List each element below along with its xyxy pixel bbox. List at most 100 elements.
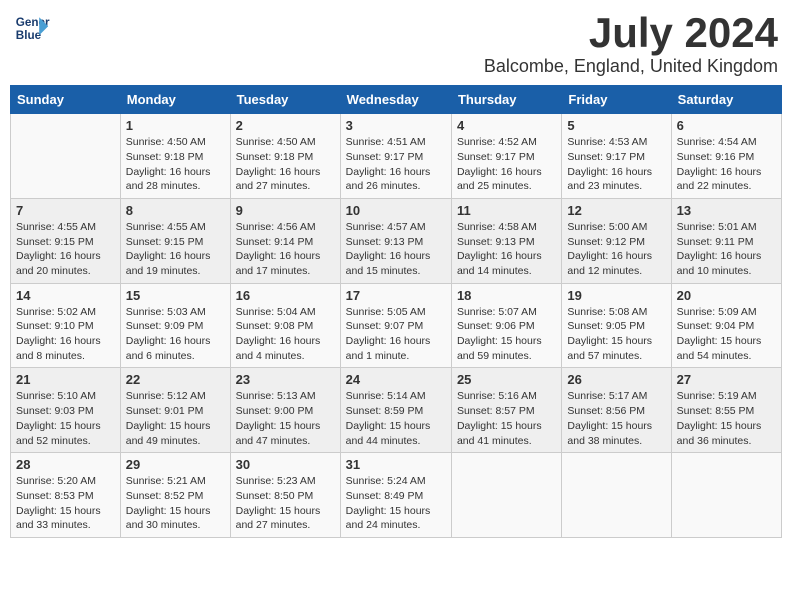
day-number: 3 (346, 118, 446, 133)
day-number: 8 (126, 203, 225, 218)
day-cell-8: 8 Sunrise: 4:55 AM Sunset: 9:15 PM Daylig… (120, 198, 230, 283)
day-info: Sunrise: 4:50 AM Sunset: 9:18 PM Dayligh… (126, 135, 225, 194)
day-cell-31: 31 Sunrise: 5:24 AM Sunset: 8:49 PM Dayli… (340, 453, 451, 538)
day-cell-19: 19 Sunrise: 5:08 AM Sunset: 9:05 PM Dayli… (562, 283, 671, 368)
day-info: Sunrise: 5:09 AM Sunset: 9:04 PM Dayligh… (677, 305, 776, 364)
day-number: 7 (16, 203, 115, 218)
day-number: 10 (346, 203, 446, 218)
day-info: Sunrise: 4:52 AM Sunset: 9:17 PM Dayligh… (457, 135, 556, 194)
weekday-header-wednesday: Wednesday (340, 86, 451, 114)
day-info: Sunrise: 5:10 AM Sunset: 9:03 PM Dayligh… (16, 389, 115, 448)
day-cell-4: 4 Sunrise: 4:52 AM Sunset: 9:17 PM Daylig… (451, 114, 561, 199)
day-info: Sunrise: 5:03 AM Sunset: 9:09 PM Dayligh… (126, 305, 225, 364)
day-number: 26 (567, 372, 665, 387)
day-cell-9: 9 Sunrise: 4:56 AM Sunset: 9:14 PM Daylig… (230, 198, 340, 283)
day-number: 5 (567, 118, 665, 133)
day-number: 27 (677, 372, 776, 387)
day-number: 12 (567, 203, 665, 218)
day-cell-27: 27 Sunrise: 5:19 AM Sunset: 8:55 PM Dayli… (671, 368, 781, 453)
weekday-header-row: SundayMondayTuesdayWednesdayThursdayFrid… (11, 86, 782, 114)
day-cell-1: 1 Sunrise: 4:50 AM Sunset: 9:18 PM Daylig… (120, 114, 230, 199)
day-number: 20 (677, 288, 776, 303)
weekday-header-friday: Friday (562, 86, 671, 114)
calendar-table: SundayMondayTuesdayWednesdayThursdayFrid… (10, 85, 782, 538)
day-info: Sunrise: 4:55 AM Sunset: 9:15 PM Dayligh… (126, 220, 225, 279)
day-cell-14: 14 Sunrise: 5:02 AM Sunset: 9:10 PM Dayli… (11, 283, 121, 368)
day-info: Sunrise: 5:07 AM Sunset: 9:06 PM Dayligh… (457, 305, 556, 364)
day-cell-12: 12 Sunrise: 5:00 AM Sunset: 9:12 PM Dayli… (562, 198, 671, 283)
day-number: 28 (16, 457, 115, 472)
day-number: 9 (236, 203, 335, 218)
day-cell-22: 22 Sunrise: 5:12 AM Sunset: 9:01 PM Dayli… (120, 368, 230, 453)
empty-cell (562, 453, 671, 538)
day-number: 18 (457, 288, 556, 303)
day-cell-13: 13 Sunrise: 5:01 AM Sunset: 9:11 PM Dayli… (671, 198, 781, 283)
day-info: Sunrise: 5:12 AM Sunset: 9:01 PM Dayligh… (126, 389, 225, 448)
day-info: Sunrise: 5:19 AM Sunset: 8:55 PM Dayligh… (677, 389, 776, 448)
day-cell-23: 23 Sunrise: 5:13 AM Sunset: 9:00 PM Dayli… (230, 368, 340, 453)
day-number: 24 (346, 372, 446, 387)
day-cell-15: 15 Sunrise: 5:03 AM Sunset: 9:09 PM Dayli… (120, 283, 230, 368)
title-area: July 2024 Balcombe, England, United King… (484, 10, 778, 77)
day-info: Sunrise: 5:20 AM Sunset: 8:53 PM Dayligh… (16, 474, 115, 533)
svg-text:Blue: Blue (16, 29, 42, 42)
header: General Blue July 2024 Balcombe, England… (10, 10, 782, 77)
day-cell-17: 17 Sunrise: 5:05 AM Sunset: 9:07 PM Dayli… (340, 283, 451, 368)
day-number: 22 (126, 372, 225, 387)
day-info: Sunrise: 5:24 AM Sunset: 8:49 PM Dayligh… (346, 474, 446, 533)
day-number: 23 (236, 372, 335, 387)
week-row-3: 14 Sunrise: 5:02 AM Sunset: 9:10 PM Dayli… (11, 283, 782, 368)
day-cell-6: 6 Sunrise: 4:54 AM Sunset: 9:16 PM Daylig… (671, 114, 781, 199)
day-number: 11 (457, 203, 556, 218)
day-number: 25 (457, 372, 556, 387)
day-info: Sunrise: 5:02 AM Sunset: 9:10 PM Dayligh… (16, 305, 115, 364)
day-cell-7: 7Sunrise: 4:55 AM Sunset: 9:15 PM Daylig… (11, 198, 121, 283)
day-info: Sunrise: 5:13 AM Sunset: 9:00 PM Dayligh… (236, 389, 335, 448)
day-info: Sunrise: 4:50 AM Sunset: 9:18 PM Dayligh… (236, 135, 335, 194)
day-number: 1 (126, 118, 225, 133)
day-number: 17 (346, 288, 446, 303)
day-number: 6 (677, 118, 776, 133)
day-number: 14 (16, 288, 115, 303)
day-cell-11: 11Sunrise: 4:58 AM Sunset: 9:13 PM Dayli… (451, 198, 561, 283)
day-info: Sunrise: 5:01 AM Sunset: 9:11 PM Dayligh… (677, 220, 776, 279)
day-info: Sunrise: 4:53 AM Sunset: 9:17 PM Dayligh… (567, 135, 665, 194)
day-number: 13 (677, 203, 776, 218)
day-number: 2 (236, 118, 335, 133)
weekday-header-sunday: Sunday (11, 86, 121, 114)
day-cell-10: 10 Sunrise: 4:57 AM Sunset: 9:13 PM Dayli… (340, 198, 451, 283)
day-info: Sunrise: 5:04 AM Sunset: 9:08 PM Dayligh… (236, 305, 335, 364)
day-cell-28: 28 Sunrise: 5:20 AM Sunset: 8:53 PM Dayli… (11, 453, 121, 538)
day-info: Sunrise: 5:08 AM Sunset: 9:05 PM Dayligh… (567, 305, 665, 364)
day-number: 29 (126, 457, 225, 472)
day-info: Sunrise: 5:14 AM Sunset: 8:59 PM Dayligh… (346, 389, 446, 448)
weekday-header-monday: Monday (120, 86, 230, 114)
day-info: Sunrise: 4:54 AM Sunset: 9:16 PM Dayligh… (677, 135, 776, 194)
day-cell-29: 29 Sunrise: 5:21 AM Sunset: 8:52 PM Dayli… (120, 453, 230, 538)
day-number: 19 (567, 288, 665, 303)
empty-cell (451, 453, 561, 538)
day-number: 15 (126, 288, 225, 303)
week-row-4: 21 Sunrise: 5:10 AM Sunset: 9:03 PM Dayli… (11, 368, 782, 453)
day-cell-24: 24 Sunrise: 5:14 AM Sunset: 8:59 PM Dayli… (340, 368, 451, 453)
weekday-header-thursday: Thursday (451, 86, 561, 114)
day-cell-18: 18 Sunrise: 5:07 AM Sunset: 9:06 PM Dayli… (451, 283, 561, 368)
week-row-5: 28 Sunrise: 5:20 AM Sunset: 8:53 PM Dayli… (11, 453, 782, 538)
day-info: Sunrise: 4:57 AM Sunset: 9:13 PM Dayligh… (346, 220, 446, 279)
day-cell-20: 20 Sunrise: 5:09 AM Sunset: 9:04 PM Dayli… (671, 283, 781, 368)
day-cell-5: 5 Sunrise: 4:53 AM Sunset: 9:17 PM Daylig… (562, 114, 671, 199)
day-number: 4 (457, 118, 556, 133)
day-cell-3: 3Sunrise: 4:51 AM Sunset: 9:17 PM Daylig… (340, 114, 451, 199)
weekday-header-tuesday: Tuesday (230, 86, 340, 114)
day-cell-21: 21 Sunrise: 5:10 AM Sunset: 9:03 PM Dayli… (11, 368, 121, 453)
day-info: Sunrise: 5:21 AM Sunset: 8:52 PM Dayligh… (126, 474, 225, 533)
day-info: Sunrise: 5:05 AM Sunset: 9:07 PM Dayligh… (346, 305, 446, 364)
day-number: 21 (16, 372, 115, 387)
day-number: 31 (346, 457, 446, 472)
logo-icon: General Blue (14, 10, 50, 46)
day-info: Sunrise: 5:16 AM Sunset: 8:57 PM Dayligh… (457, 389, 556, 448)
day-info: Sunrise: 5:00 AM Sunset: 9:12 PM Dayligh… (567, 220, 665, 279)
empty-cell (671, 453, 781, 538)
week-row-2: 7 Sunrise: 4:55 AM Sunset: 9:15 PM Daylig… (11, 198, 782, 283)
day-info: Sunrise: 4:56 AM Sunset: 9:14 PM Dayligh… (236, 220, 335, 279)
